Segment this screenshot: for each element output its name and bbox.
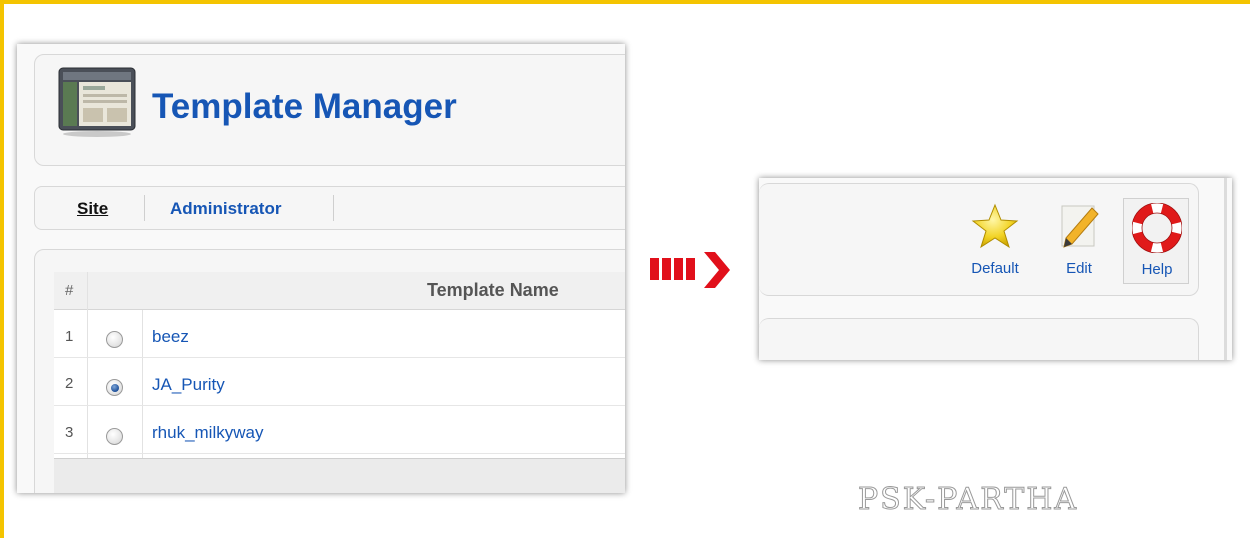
table-row	[54, 406, 625, 454]
template-link-rhuk-milkyway[interactable]: rhuk_milkyway	[152, 423, 263, 443]
table-footer	[54, 458, 625, 493]
template-radio-selected[interactable]	[106, 379, 123, 396]
frame-top-border	[0, 0, 1250, 4]
template-manager-icon	[57, 66, 137, 138]
right-arrow-icon	[702, 250, 732, 290]
template-radio[interactable]	[106, 428, 123, 445]
column-header-number: #	[65, 282, 74, 299]
help-label: Help	[1141, 261, 1173, 278]
default-button[interactable]: Default	[962, 198, 1028, 284]
edit-label: Edit	[1066, 260, 1092, 277]
row-number: 1	[65, 328, 74, 345]
toolbar-panel: Default Edit Help	[759, 178, 1232, 360]
table-row	[54, 310, 625, 358]
row-number: 3	[65, 424, 74, 441]
scrollbar[interactable]	[1224, 178, 1227, 360]
edit-button[interactable]: Edit	[1046, 198, 1112, 284]
arrow-bar	[674, 258, 683, 280]
arrow-bar	[650, 258, 659, 280]
watermark: PSK-PARTHA	[857, 482, 1079, 518]
pencil-icon	[1054, 202, 1104, 252]
content-box	[759, 318, 1199, 360]
arrow-bar	[686, 258, 695, 280]
star-icon	[970, 202, 1020, 252]
table-row	[54, 358, 625, 406]
submenu-bar	[34, 186, 625, 230]
tab-divider	[144, 195, 145, 221]
row-number: 2	[65, 375, 74, 392]
default-label: Default	[971, 260, 1019, 277]
help-button[interactable]: Help	[1123, 198, 1189, 284]
tab-administrator[interactable]: Administrator	[170, 199, 281, 219]
lifebuoy-icon	[1131, 202, 1183, 254]
tab-divider	[333, 195, 334, 221]
frame-left-border	[0, 0, 4, 538]
column-header-template-name[interactable]: Template Name	[427, 280, 559, 301]
template-radio[interactable]	[106, 331, 123, 348]
template-manager-panel: Template Manager Site Administrator # Te…	[17, 44, 625, 493]
page-title: Template Manager	[152, 87, 457, 126]
tab-site[interactable]: Site	[77, 199, 108, 219]
template-link-ja-purity[interactable]: JA_Purity	[152, 375, 225, 395]
template-link-beez[interactable]: beez	[152, 327, 189, 347]
arrow-bar	[662, 258, 671, 280]
